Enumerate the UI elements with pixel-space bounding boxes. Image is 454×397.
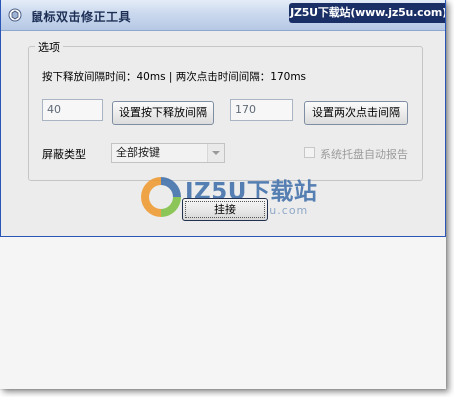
title-bar[interactable]: 鼠标双击修正工具 JZ5U下载站(www.jz5u.com) [1, 0, 445, 31]
tray-report-checkbox[interactable] [304, 147, 315, 158]
combo-arrow-icon[interactable] [207, 144, 224, 162]
app-window: 鼠标双击修正工具 JZ5U下载站(www.jz5u.com) 选项 按下释放间隔… [0, 0, 446, 237]
press-interval-input[interactable]: 40 [42, 99, 103, 121]
app-icon [8, 8, 22, 22]
shield-type-select[interactable]: 全部按键 [111, 143, 225, 163]
focus-rectangle [185, 201, 265, 218]
window-title: 鼠标双击修正工具 [31, 10, 132, 24]
double-click-interval-input[interactable]: 170 [230, 99, 293, 121]
interval-info-text: 按下释放间隔时间：40ms | 两次点击时间间隔：170ms [42, 71, 307, 83]
set-double-click-interval-button[interactable]: 设置两次点击间隔 [304, 101, 408, 125]
logo-ring-icon [141, 177, 181, 217]
set-press-interval-button[interactable]: 设置按下释放间隔 [112, 101, 214, 125]
photo-frame: 鼠标双击修正工具 JZ5U下载站(www.jz5u.com) 选项 按下释放间隔… [0, 0, 446, 389]
options-group-label: 选项 [35, 39, 63, 55]
shield-type-value: 全部按键 [116, 146, 160, 159]
hook-button[interactable]: 挂接 [182, 198, 268, 221]
tray-report-label: 系统托盘自动报告 [320, 148, 408, 161]
desktop-background [0, 237, 446, 389]
shield-type-label: 屏蔽类型 [42, 148, 86, 161]
watermark-badge: JZ5U下载站(www.jz5u.com) [289, 3, 445, 23]
